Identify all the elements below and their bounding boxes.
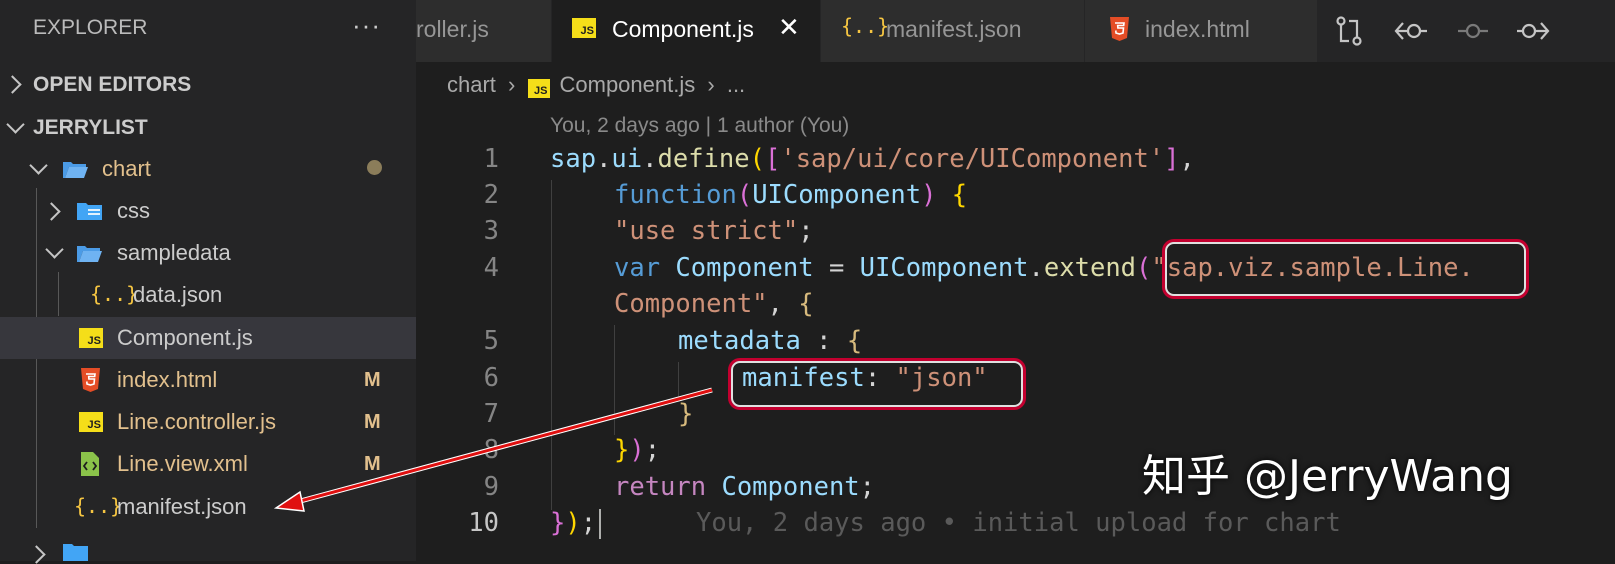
watermark: 知乎 @JerryWang bbox=[1142, 451, 1513, 502]
